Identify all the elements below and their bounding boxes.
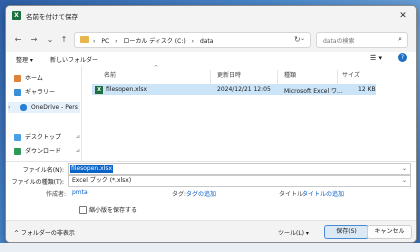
file-list: ^ 名前 更新日時 種類 サイズ X filesopen.xlsx 2024/1… [82,65,416,161]
cancel-button[interactable]: キャンセル [367,225,412,239]
filename-label: ファイル名(N): [22,167,64,174]
excel-file-icon: X [95,85,103,94]
forward-icon[interactable]: → [28,34,40,46]
breadcrumb-separator: › [115,38,118,45]
sidebar-item-gallery[interactable]: ギャラリー [14,87,55,98]
sort-indicator-icon: ^ [154,65,159,71]
new-folder-button[interactable]: 新しいフォルダー [50,55,98,64]
desktop-icon [14,134,21,141]
refresh-icon[interactable]: ↻ [294,35,301,44]
file-type: Microsoft Excel ワ... [284,88,343,95]
sidebar-item-label: OneDrive - Pers [31,104,78,111]
breadcrumb-pc[interactable]: PC [101,38,109,45]
expand-chevron-icon[interactable]: › [8,102,10,113]
dialog-footer: ^ フォルダーの非表示 ツール(L) ▾ 保存(S) キャンセル [6,220,416,242]
search-input[interactable]: dataの検索 ⌕ [316,32,408,48]
breadcrumb-local-disk[interactable]: ローカル ディスク (C:) [123,38,185,45]
sidebar-item-label: デスクトップ [25,134,62,141]
gallery-icon [14,89,21,96]
address-dropdown-icon[interactable]: ⌄ [300,35,305,42]
filetype-select[interactable]: Excel ブック (*.xlsx) ⌄ [68,175,411,187]
chevron-down-icon[interactable]: ⌄ [402,176,407,186]
title-field[interactable]: タイトルの追加 [302,189,344,198]
filename-value: filesopen.xlsx [70,165,114,173]
divider [6,161,416,162]
pin-icon: ⊿ [75,148,80,154]
file-name: filesopen.xlsx [106,86,148,93]
filetype-label: ファイルの種類(T): [11,179,64,186]
table-row[interactable]: X filesopen.xlsx 2024/12/21 12:05 Micros… [92,84,376,95]
recent-locations-chevron-icon[interactable]: ⌄ [44,34,56,46]
filetype-value: Excel ブック (*.xlsx) [72,177,132,184]
hide-folders-button[interactable]: ^ フォルダーの非表示 [14,228,75,237]
file-size: 12 KB [358,86,376,93]
chevron-down-icon[interactable]: ⌄ [402,164,407,174]
breadcrumb-separator: › [93,38,96,45]
dialog-title: 名前を付けて保存 [26,13,78,21]
close-button[interactable]: ✕ [390,6,416,26]
organize-button[interactable]: 整理 ▾ [16,55,33,64]
breadcrumb-separator: › [191,38,195,45]
home-icon [14,75,21,82]
view-options-icon[interactable]: ☰ ▾ [370,54,382,62]
navigation-bar: ← → ⌄ ↑ › PC › ローカル ディスク (C:) › data ⌄ ↻… [6,26,416,52]
sidebar-item-label: ギャラリー [25,89,56,96]
title-bar: X 名前を付けて保存 ✕ [6,6,416,26]
author-label: 作成者: [46,191,67,198]
tags-label: タグ: [172,191,187,198]
tools-button[interactable]: ツール(L) ▾ [278,228,309,237]
search-icon[interactable]: ⌕ [398,35,402,44]
column-header-type[interactable]: 種類 [284,70,296,80]
address-bar[interactable]: › PC › ローカル ディスク (C:) › data ⌄ [74,32,311,48]
up-folder-icon[interactable]: ↑ [58,34,70,46]
navigation-pane: ホーム ギャラリー › OneDrive - Pers デスクトップ ⊿ ダウン… [6,66,82,161]
sidebar-item-onedrive[interactable]: › OneDrive - Pers [8,102,80,113]
cloud-icon [20,104,27,111]
sidebar-item-downloads[interactable]: ダウンロード ⊿ [14,146,80,157]
save-as-dialog: X 名前を付けて保存 ✕ ← → ⌄ ↑ › PC › ローカル ディスク (C… [5,5,417,243]
download-icon [14,148,21,155]
save-thumbnail-label[interactable]: 縮小版を保存する [89,205,137,214]
help-icon[interactable]: ? [398,53,407,62]
save-button[interactable]: 保存(S) [324,225,369,239]
sidebar-item-label: ダウンロード [25,148,62,155]
sidebar-item-label: ホーム [25,75,43,82]
filename-field[interactable]: filesopen.xlsx ⌄ [68,163,411,175]
sidebar-item-home[interactable]: ホーム [14,73,43,84]
pin-icon: ⊿ [75,134,80,140]
author-value[interactable]: pmta [72,189,88,196]
search-placeholder: dataの検索 [323,38,355,45]
file-modified: 2024/12/21 12:05 [217,86,271,93]
excel-app-icon: X [12,11,21,20]
column-divider[interactable] [210,70,211,84]
folder-icon [80,36,89,43]
back-icon[interactable]: ← [12,34,24,46]
column-header-name[interactable]: 名前 [104,70,116,80]
command-bar: 整理 ▾ 新しいフォルダー ☰ ▾ ? [6,52,416,67]
column-header-modified[interactable]: 更新日時 [217,70,241,80]
sidebar-item-desktop[interactable]: デスクトップ ⊿ [14,132,80,143]
column-divider[interactable] [277,70,278,84]
breadcrumb-data[interactable]: data [200,38,214,45]
column-divider[interactable] [337,70,338,84]
breadcrumb: › PC › ローカル ディスク (C:) › data [93,36,217,45]
taskbar [0,243,420,252]
tags-field[interactable]: タグの追加 [186,189,216,198]
save-thumbnail-checkbox[interactable] [79,206,87,214]
column-header-size[interactable]: サイズ [342,70,360,80]
